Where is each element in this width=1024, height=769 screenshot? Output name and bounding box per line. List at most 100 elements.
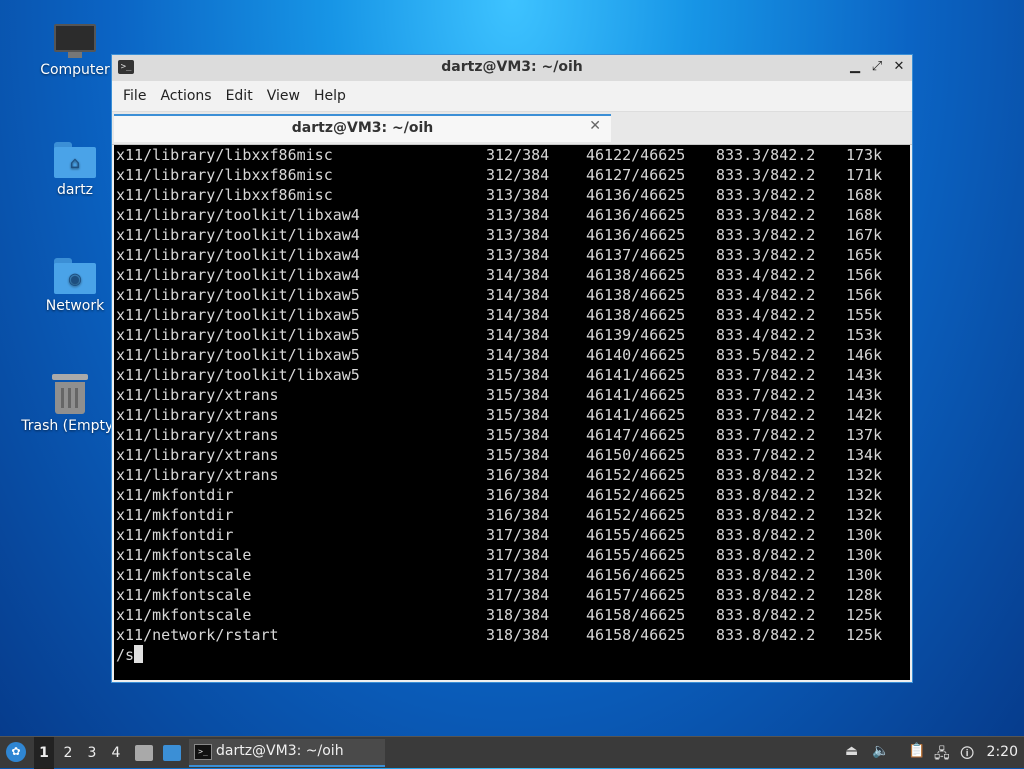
menu-edit[interactable]: Edit	[219, 88, 260, 104]
terminal-speed: 171k	[846, 166, 883, 184]
terminal-line: x11/library/xtrans 315/384 46141/46625 833.…	[114, 385, 910, 405]
menu-view[interactable]: View	[260, 88, 307, 104]
menu-actions[interactable]: Actions	[153, 88, 218, 104]
terminal-size: 833.3/842.2	[716, 206, 816, 224]
terminal-size: 833.7/842.2	[716, 446, 816, 464]
clipboard-icon[interactable]: 📋	[908, 743, 925, 759]
taskbar-terminal-button[interactable]: >_ dartz@VM3: ~/oih	[189, 739, 385, 767]
terminal-tab[interactable]: dartz@VM3: ~/oih ✕	[114, 114, 611, 142]
terminal-speed: 125k	[846, 606, 883, 624]
terminal-path: x11/library/xtrans	[116, 406, 279, 424]
terminal-files: 46147/46625	[586, 426, 686, 444]
terminal-line: x11/library/toolkit/libxaw4 314/384 46138/…	[114, 265, 910, 285]
terminal-output[interactable]: x11/library/libxxf86misc 312/384 46122/466…	[114, 145, 910, 680]
terminal-pkg: 315/384	[486, 366, 550, 384]
terminal-files: 46152/46625	[586, 466, 686, 484]
terminal-path: x11/mkfontdir	[116, 506, 234, 524]
clock[interactable]: 2:20	[987, 744, 1018, 760]
terminal-pkg: 313/384	[486, 246, 550, 264]
desktop-icon-label: Computer	[40, 62, 110, 78]
terminal-speed: 173k	[846, 146, 883, 164]
eject-icon[interactable]: ⏏	[845, 743, 858, 759]
updates-icon[interactable]: 🛈	[960, 743, 974, 767]
terminal-files: 46158/46625	[586, 626, 686, 644]
terminal-pkg: 314/384	[486, 306, 550, 324]
terminal-window: >_ dartz@VM3: ~/oih ▁ ⤢ ✕ File Actions E…	[111, 54, 913, 683]
desktop-icon-trash[interactable]: Trash (Empty)	[20, 374, 120, 434]
terminal-size: 833.4/842.2	[716, 266, 816, 284]
terminal-size: 833.8/842.2	[716, 486, 816, 504]
terminal-path: x11/library/toolkit/libxaw4	[116, 206, 360, 224]
terminal-speed: 128k	[846, 586, 883, 604]
terminal-speed: 167k	[846, 226, 883, 244]
desktop-icon-network[interactable]: ◉ Network	[25, 258, 125, 314]
terminal-files: 46155/46625	[586, 526, 686, 544]
terminal-path: x11/library/toolkit/libxaw5	[116, 286, 360, 304]
desktop-icon-computer[interactable]: Computer	[25, 24, 125, 78]
workspace-2[interactable]: 2	[58, 737, 78, 769]
prompt-line[interactable]: /s	[114, 645, 910, 665]
terminal-pkg: 317/384	[486, 586, 550, 604]
terminal-path: x11/library/toolkit/libxaw5	[116, 326, 360, 344]
terminal-speed: 130k	[846, 546, 883, 564]
terminal-line: x11/library/toolkit/libxaw4 313/384 46136/…	[114, 205, 910, 225]
terminal-path: x11/mkfontscale	[116, 546, 252, 564]
terminal-files: 46141/46625	[586, 366, 686, 384]
terminal-size: 833.4/842.2	[716, 286, 816, 304]
menu-file[interactable]: File	[116, 88, 153, 104]
terminal-size: 833.4/842.2	[716, 326, 816, 344]
terminal-line: x11/mkfontdir 316/384 46152/46625 833.8/842…	[114, 485, 910, 505]
terminal-path: x11/library/xtrans	[116, 386, 279, 404]
terminal-line: x11/library/libxxf86misc 312/384 46127/466…	[114, 165, 910, 185]
terminal-path: x11/library/toolkit/libxaw4	[116, 246, 360, 264]
workspace-3[interactable]: 3	[82, 737, 102, 769]
maximize-button[interactable]: ⤢	[870, 59, 884, 74]
start-menu-icon[interactable]: ✿	[6, 742, 26, 762]
terminal-size: 833.7/842.2	[716, 426, 816, 444]
show-desktop-icon[interactable]	[163, 745, 181, 761]
terminal-files: 46138/46625	[586, 286, 686, 304]
terminal-size: 833.8/842.2	[716, 626, 816, 644]
terminal-line: x11/library/xtrans 316/384 46152/46625 833.…	[114, 465, 910, 485]
terminal-line: x11/mkfontdir 316/384 46152/46625 833.8/842…	[114, 505, 910, 525]
close-button[interactable]: ✕	[892, 59, 906, 74]
terminal-speed: 137k	[846, 426, 883, 444]
terminal-pkg: 314/384	[486, 266, 550, 284]
menu-help[interactable]: Help	[307, 88, 353, 104]
terminal-pkg: 315/384	[486, 386, 550, 404]
taskbar-task-label: dartz@VM3: ~/oih	[216, 743, 344, 759]
window-titlebar[interactable]: >_ dartz@VM3: ~/oih ▁ ⤢ ✕	[112, 55, 912, 81]
tab-bar: dartz@VM3: ~/oih ✕	[112, 112, 912, 145]
network-icon[interactable]: 🖧	[934, 743, 950, 767]
terminal-pkg: 318/384	[486, 626, 550, 644]
terminal-pkg: 315/384	[486, 446, 550, 464]
terminal-path: x11/library/toolkit/libxaw4	[116, 226, 360, 244]
desktop-icon-home[interactable]: ⌂ dartz	[25, 142, 125, 198]
terminal-files: 46137/46625	[586, 246, 686, 264]
terminal-line: x11/library/toolkit/libxaw5 315/384 46141/…	[114, 365, 910, 385]
workspace-1[interactable]: 1	[34, 737, 54, 769]
minimize-button[interactable]: ▁	[848, 59, 862, 74]
terminal-speed: 168k	[846, 186, 883, 204]
terminal-path: x11/library/toolkit/libxaw4	[116, 266, 360, 284]
file-manager-icon[interactable]	[135, 745, 153, 761]
terminal-size: 833.8/842.2	[716, 526, 816, 544]
terminal-pkg: 316/384	[486, 466, 550, 484]
terminal-path: x11/network/rstart	[116, 626, 279, 644]
terminal-line: x11/mkfontdir 317/384 46155/46625 833.8/842…	[114, 525, 910, 545]
terminal-size: 833.7/842.2	[716, 366, 816, 384]
volume-icon[interactable]: 🔈	[872, 743, 889, 759]
workspace-4[interactable]: 4	[106, 737, 126, 769]
terminal-speed: 132k	[846, 506, 883, 524]
terminal-path: x11/library/xtrans	[116, 426, 279, 444]
terminal-pkg: 313/384	[486, 226, 550, 244]
terminal-speed: 168k	[846, 206, 883, 224]
network-folder-icon: ◉	[54, 258, 96, 294]
terminal-line: x11/library/toolkit/libxaw5 314/384 46139/…	[114, 325, 910, 345]
terminal-size: 833.8/842.2	[716, 566, 816, 584]
terminal-speed: 134k	[846, 446, 883, 464]
terminal-files: 46150/46625	[586, 446, 686, 464]
terminal-pkg: 314/384	[486, 346, 550, 364]
terminal-files: 46139/46625	[586, 326, 686, 344]
tab-close-icon[interactable]: ✕	[589, 118, 601, 134]
